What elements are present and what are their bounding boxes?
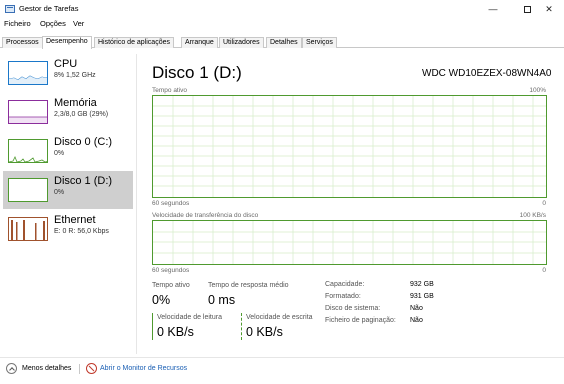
resource-cpu-name: CPU [54, 58, 78, 70]
chevron-up-icon[interactable] [6, 363, 17, 374]
resource-disk-0-usage: 0% [54, 150, 65, 157]
tab-processes[interactable]: Processos [2, 37, 43, 48]
tab-performance[interactable]: Desempenho [42, 36, 92, 49]
resource-disk-0[interactable]: Disco 0 (C:) 0% [3, 132, 133, 170]
resource-disk-1-name: Disco 1 (D:) [54, 175, 113, 187]
maximize-icon [523, 6, 531, 14]
menu-view[interactable]: Ver [73, 19, 84, 28]
title-bar: Gestor de Tarefas — ✕ [0, 0, 564, 18]
resource-cpu-usage: 8% 1,52 GHz [54, 72, 96, 79]
transfer-graph-label: Velocidade de transferência do disco [152, 212, 259, 219]
disk1-thumbnail-graph [8, 178, 48, 202]
page-file-label: Ficheiro de paginação: [325, 317, 396, 324]
read-speed-indicator [152, 313, 153, 340]
tab-services[interactable]: Serviços [302, 37, 337, 48]
minimize-button[interactable]: — [476, 0, 510, 18]
resource-disk-0-name: Disco 0 (C:) [54, 136, 113, 148]
less-details-button[interactable]: Menos detalhes [22, 365, 71, 372]
close-button[interactable]: ✕ [532, 0, 564, 18]
resource-memory[interactable]: Memória 2,3/8,0 GB (29%) [3, 93, 133, 131]
resource-memory-name: Memória [54, 97, 97, 109]
read-speed-label: Velocidade de leitura [157, 314, 222, 321]
menu-options[interactable]: Opções [40, 19, 66, 28]
transfer-graph-max: 100 KB/s [519, 212, 546, 219]
cpu-thumbnail-graph [8, 61, 48, 85]
active-time-stat-label: Tempo ativo [152, 282, 190, 289]
formatted-label: Formatado: [325, 293, 361, 300]
system-disk-label: Disco de sistema: [325, 305, 381, 312]
resource-disk-1[interactable]: Disco 1 (D:) 0% [3, 171, 133, 209]
footer: Menos detalhes Abrir o Monitor de Recurs… [0, 357, 564, 379]
tab-app-history[interactable]: Histórico de aplicações [94, 37, 174, 48]
system-disk-value: Não [410, 305, 423, 312]
active-time-graph-timespan: 60 segundos [152, 200, 190, 207]
resource-disk-1-usage: 0% [54, 189, 65, 196]
resource-monitor-icon[interactable] [86, 363, 97, 374]
tab-users[interactable]: Utilizadores [219, 37, 264, 48]
resource-cpu[interactable]: CPU 8% 1,52 GHz [3, 54, 133, 92]
capacity-label: Capacidade: [325, 281, 365, 288]
active-time-graph [152, 95, 547, 198]
disk0-thumbnail-graph [8, 139, 48, 163]
write-speed-value: 0 KB/s [246, 325, 283, 339]
transfer-graph-min: 0 [542, 267, 546, 274]
memory-thumbnail-graph [8, 100, 48, 124]
read-speed-value: 0 KB/s [157, 325, 194, 339]
response-time-stat-value: 0 ms [208, 293, 236, 307]
active-time-grid [153, 96, 546, 197]
ethernet-thumbnail-graph [8, 217, 48, 241]
resource-ethernet[interactable]: Ethernet E: 0 R: 56,0 Kbps [3, 210, 133, 248]
active-time-graph-label: Tempo ativo [152, 87, 188, 94]
resource-memory-usage: 2,3/8,0 GB (29%) [54, 111, 109, 118]
page-title: Disco 1 (D:) [152, 63, 242, 82]
active-time-stat-value: 0% [152, 293, 171, 307]
resource-list: CPU 8% 1,52 GHz Memória 2,3/8,0 GB (29%)… [0, 54, 137, 354]
window-title: Gestor de Tarefas [19, 4, 79, 13]
capacity-value: 932 GB [410, 281, 434, 288]
formatted-value: 931 GB [410, 293, 434, 300]
page-file-value: Não [410, 317, 423, 324]
resource-ethernet-name: Ethernet [54, 214, 96, 226]
transfer-graph-timespan: 60 segundos [152, 267, 190, 274]
write-speed-indicator [241, 313, 242, 340]
tab-strip: Processos Desempenho Histórico de aplica… [0, 36, 564, 49]
active-time-graph-min: 0 [542, 200, 546, 207]
tab-startup[interactable]: Arranque [181, 37, 218, 48]
active-time-graph-max: 100% [529, 87, 546, 94]
menu-file[interactable]: Ficheiro [4, 19, 31, 28]
transfer-rate-graph [152, 220, 547, 265]
response-time-stat-label: Tempo de resposta médio [208, 282, 289, 289]
open-resource-monitor-link[interactable]: Abrir o Monitor de Recursos [100, 365, 187, 372]
write-speed-label: Velocidade de escrita [246, 314, 313, 321]
task-manager-icon [5, 5, 15, 13]
resource-ethernet-usage: E: 0 R: 56,0 Kbps [54, 228, 109, 235]
footer-divider [79, 364, 80, 374]
transfer-rate-grid [153, 221, 546, 264]
tab-details[interactable]: Detalhes [266, 37, 302, 48]
disk-model: WDC WD10EZEX-08WN4A0 [422, 68, 552, 79]
